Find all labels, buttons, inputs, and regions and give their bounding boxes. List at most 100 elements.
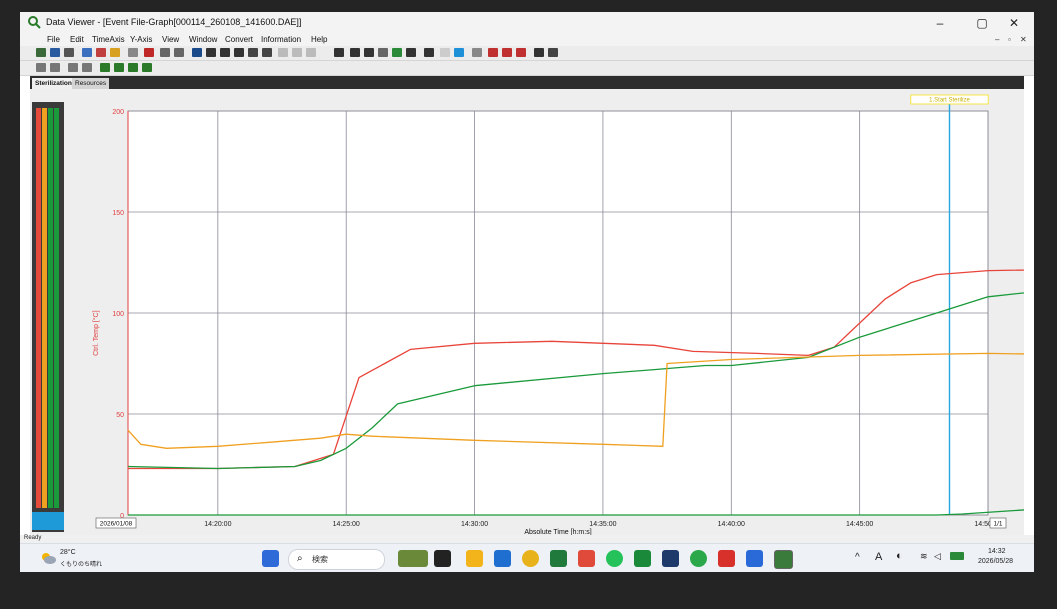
copilot-icon[interactable]: ◐ (896, 550, 903, 562)
window-icon[interactable] (350, 48, 360, 57)
mdi-restore-button[interactable]: ▫ (1008, 35, 1011, 44)
teams-icon[interactable] (494, 550, 511, 567)
browser-icon[interactable] (690, 550, 707, 567)
menu-view[interactable]: View (162, 35, 179, 44)
y-axis-label: Ctrl. Temp [°C] (92, 310, 100, 356)
file-explorer-icon[interactable] (466, 550, 483, 567)
weather-icon[interactable] (40, 551, 56, 565)
channel4-icon[interactable] (142, 63, 152, 72)
channel-bar-green (48, 108, 53, 508)
clock-date[interactable]: 2026/05/28 (978, 558, 1013, 565)
tab-sterilization[interactable]: Sterilization (32, 78, 75, 89)
print-icon[interactable] (64, 48, 74, 57)
start-icon[interactable] (262, 550, 279, 567)
battery-icon[interactable] (950, 552, 964, 560)
menu-yaxis[interactable]: Y-Axis (130, 35, 152, 44)
menu-timeaxis[interactable]: TimeAxis (92, 35, 125, 44)
menu-convert[interactable]: Convert (225, 35, 253, 44)
delete-icon[interactable] (96, 48, 106, 57)
mdi-minimize-button[interactable]: – (995, 35, 999, 44)
zoom-out-icon[interactable] (174, 48, 184, 57)
xbox-icon[interactable] (634, 550, 651, 567)
y-tick-label: 150 (112, 210, 124, 217)
menu-window[interactable]: Window (189, 35, 217, 44)
chart-icon[interactable] (192, 48, 202, 57)
media-icon[interactable] (718, 550, 735, 567)
event-icon[interactable] (488, 48, 498, 57)
chart: 05010015020014:20:00 14:25:00 14:30:00 14:3… (92, 94, 1024, 535)
table-icon[interactable] (278, 48, 288, 57)
menu-bar: File Edit TimeAxis Y-Axis View Window Co… (20, 34, 1034, 46)
wifi-icon[interactable]: ≋ (920, 551, 928, 562)
event2-icon[interactable] (502, 48, 512, 57)
channel3-icon[interactable] (128, 63, 138, 72)
blank-icon[interactable] (440, 48, 450, 57)
whatsapp-icon[interactable] (606, 550, 623, 567)
first-icon[interactable] (36, 63, 46, 72)
status-text: Ready (24, 535, 42, 541)
page-label[interactable]: 1/1 (993, 521, 1002, 528)
x-tick-label: 14:25:00 (333, 521, 360, 528)
monitor-app-icon[interactable] (662, 550, 679, 567)
list-icon[interactable] (234, 48, 244, 57)
folder-icon[interactable] (110, 48, 120, 57)
menu-help[interactable]: Help (311, 35, 327, 44)
navigation-toolbar (20, 61, 1034, 76)
ime-indicator[interactable]: A (875, 551, 882, 563)
table3-icon[interactable] (306, 48, 316, 57)
event3-icon[interactable] (516, 48, 526, 57)
arrow-icon[interactable] (248, 48, 258, 57)
grid-icon[interactable] (262, 48, 272, 57)
save-as-icon[interactable] (82, 48, 92, 57)
menu-file[interactable]: File (47, 35, 60, 44)
mdi-close-button[interactable]: ✕ (1020, 35, 1027, 44)
search-box[interactable]: ⌕ 検索 (288, 549, 385, 570)
excel-icon[interactable] (550, 550, 567, 567)
back-icon[interactable] (68, 63, 78, 72)
columns-icon[interactable] (220, 48, 230, 57)
forward-icon[interactable] (82, 63, 92, 72)
y-tick-label: 100 (112, 311, 124, 318)
align-icon[interactable] (334, 48, 344, 57)
info-icon[interactable] (454, 48, 464, 57)
open-icon[interactable] (36, 48, 46, 57)
table2-icon[interactable] (292, 48, 302, 57)
pen-icon[interactable] (472, 48, 482, 57)
weather-description: くもりのち晴れ (60, 562, 103, 568)
x-tick-label: 14:30:00 (461, 521, 488, 528)
channel1-icon[interactable] (100, 63, 110, 72)
clock-time[interactable]: 14:32 (988, 548, 1006, 555)
report-icon[interactable] (406, 48, 416, 57)
store-icon[interactable] (746, 550, 763, 567)
menu-information[interactable]: Information (261, 35, 301, 44)
filter-icon[interactable] (548, 48, 558, 57)
clock-icon[interactable] (378, 48, 388, 57)
channel2-icon[interactable] (114, 63, 124, 72)
calendar-icon[interactable] (578, 550, 595, 567)
event-marker-label: 1.Start Sterilize (929, 98, 970, 104)
task-view-icon[interactable] (434, 550, 451, 567)
window2-icon[interactable] (364, 48, 374, 57)
zoom-in-icon[interactable] (160, 48, 170, 57)
taskbar: 28°C くもりのち晴れ ⌕ 検索 ^ A ◐ ≋ ◁ 14:32 2026/0… (20, 543, 1034, 572)
channel-scroll[interactable] (32, 512, 64, 530)
previous-icon[interactable] (50, 63, 60, 72)
chrome-icon[interactable] (522, 550, 539, 567)
save-icon[interactable] (50, 48, 60, 57)
panel-icon[interactable] (424, 48, 434, 57)
marker-icon[interactable] (144, 48, 154, 57)
minimize-button[interactable]: – (920, 14, 960, 32)
volume-icon[interactable]: ◁ (934, 551, 941, 562)
tray-chevron-icon[interactable]: ^ (855, 552, 860, 563)
tab-bar: Sterilization Resources (30, 76, 1024, 89)
y-tick-label: 50 (116, 412, 124, 419)
printer-icon[interactable] (534, 48, 544, 57)
bars-icon[interactable] (206, 48, 216, 57)
tab-resources[interactable]: Resources (72, 78, 110, 89)
data-viewer-task-icon[interactable] (774, 550, 793, 569)
menu-edit[interactable]: Edit (70, 35, 84, 44)
cursor-icon[interactable] (128, 48, 138, 57)
export-icon[interactable] (392, 48, 402, 57)
close-button[interactable]: ✕ (994, 14, 1034, 32)
widget-image-icon[interactable] (398, 550, 428, 567)
